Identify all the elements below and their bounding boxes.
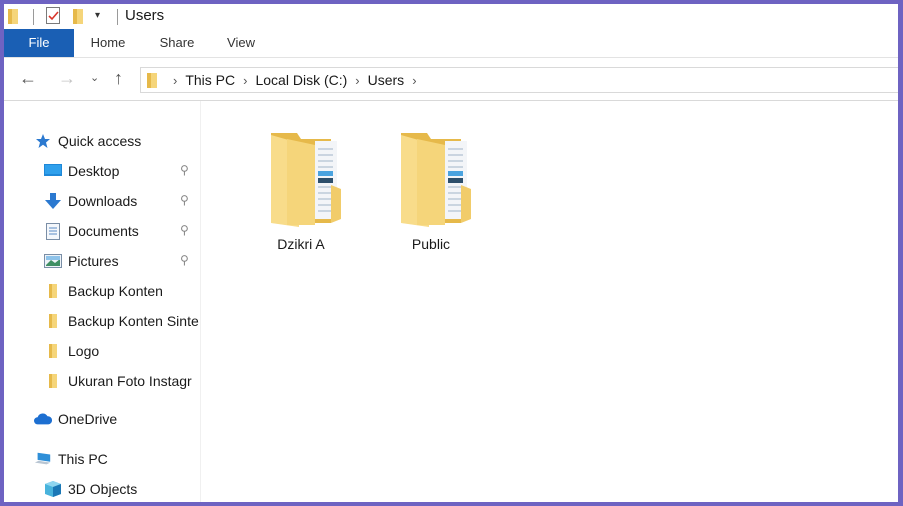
forward-arrow-icon[interactable]: → xyxy=(58,68,76,89)
folder-icon xyxy=(44,312,62,330)
breadcrumb-separator[interactable]: › xyxy=(173,73,177,88)
sidebar-item-label: Desktop xyxy=(68,163,120,179)
separator xyxy=(117,9,118,25)
folder-name: Dzikri A xyxy=(277,236,325,252)
tab-home[interactable]: Home xyxy=(79,29,137,57)
pin-icon[interactable]: ⚲ xyxy=(180,193,189,207)
recent-locations-chevron-icon[interactable]: ⌄ xyxy=(90,71,99,84)
navigation-bar: ← → ⌄ ↑ › This PC › Local Disk (C:) › Us… xyxy=(4,58,898,101)
sidebar-item-label: OneDrive xyxy=(58,411,118,427)
folder-item[interactable]: Public xyxy=(381,123,481,263)
sidebar-item-folder[interactable]: Logo xyxy=(44,339,200,363)
documents-icon xyxy=(44,222,62,240)
pin-icon[interactable]: ⚲ xyxy=(180,223,189,237)
address-bar[interactable]: › This PC › Local Disk (C:) › Users › xyxy=(140,67,898,93)
folder-icon xyxy=(44,282,62,300)
sidebar-item-label: Backup Konten xyxy=(68,283,163,299)
tab-share[interactable]: Share xyxy=(148,29,206,57)
computer-icon xyxy=(34,450,52,468)
sidebar-item-label: Downloads xyxy=(68,193,138,209)
breadcrumb-local-disk[interactable]: Local Disk (C:) xyxy=(255,72,347,88)
pin-icon[interactable]: ⚲ xyxy=(180,253,189,267)
sidebar-item-downloads[interactable]: Downloads xyxy=(44,189,200,213)
download-icon xyxy=(44,192,62,210)
cube-icon xyxy=(44,480,62,498)
breadcrumb-separator[interactable]: › xyxy=(243,73,247,88)
back-arrow-icon[interactable]: ← xyxy=(19,68,37,89)
sidebar-item-folder[interactable]: Ukuran Foto Instagr xyxy=(44,369,200,393)
sidebar-item-desktop[interactable]: Desktop xyxy=(44,159,200,183)
star-icon xyxy=(34,132,52,150)
sidebar-item-folder[interactable]: Backup Konten Sinte xyxy=(44,309,200,333)
new-folder-icon[interactable] xyxy=(73,8,83,24)
file-explorer-window: ▾ Users File Home Share View ← → ⌄ ↑ › T… xyxy=(4,4,898,502)
sidebar-item-quick-access[interactable]: Quick access xyxy=(34,129,141,153)
folder-name: Public xyxy=(411,236,451,252)
sidebar-item-label: Quick access xyxy=(58,133,142,149)
sidebar-item-folder[interactable]: Backup Konten xyxy=(44,279,200,303)
folder-icon[interactable] xyxy=(8,8,18,24)
sidebar-item-label: 3D Objects xyxy=(68,481,138,497)
navigation-pane: Quick access Desktop ⚲ Downloads ⚲ Docum… xyxy=(4,101,201,502)
breadcrumb-this-pc[interactable]: This PC xyxy=(185,72,235,88)
window-title: Users xyxy=(125,7,165,24)
tab-view[interactable]: View xyxy=(216,29,266,57)
folder-icon xyxy=(401,133,471,227)
sidebar-item-label: This PC xyxy=(58,451,108,467)
cloud-icon xyxy=(34,410,52,428)
folder-icon xyxy=(44,342,62,360)
ribbon-tabs: File Home Share View xyxy=(4,29,898,58)
desktop-icon xyxy=(44,162,62,180)
folder-icon xyxy=(44,372,62,390)
pictures-icon xyxy=(44,252,62,270)
breadcrumb-users[interactable]: Users xyxy=(368,72,405,88)
sidebar-item-3d-objects[interactable]: 3D Objects xyxy=(44,477,137,501)
pin-icon[interactable]: ⚲ xyxy=(180,163,189,177)
up-arrow-icon[interactable]: ↑ xyxy=(114,68,123,89)
file-list: Dzikri A Public xyxy=(201,101,898,502)
sidebar-item-label: Documents xyxy=(68,223,139,239)
customize-dropdown-icon[interactable]: ▾ xyxy=(95,10,100,21)
sidebar-item-documents[interactable]: Documents xyxy=(44,219,200,243)
sidebar-item-label: Logo xyxy=(68,343,100,359)
tab-file[interactable]: File xyxy=(4,29,74,57)
folder-icon xyxy=(271,133,341,227)
separator xyxy=(33,9,34,25)
folder-icon xyxy=(147,73,157,88)
sidebar-item-pictures[interactable]: Pictures xyxy=(44,249,200,273)
sidebar-item-label: Backup Konten Sinte xyxy=(68,313,199,329)
sidebar-item-label: Pictures xyxy=(68,253,119,269)
folder-item[interactable]: Dzikri A xyxy=(251,123,351,263)
sidebar-item-this-pc[interactable]: This PC xyxy=(34,447,108,471)
properties-check-icon[interactable] xyxy=(46,7,60,24)
breadcrumb-separator[interactable]: › xyxy=(412,73,416,88)
title-bar: ▾ Users xyxy=(4,4,898,28)
sidebar-item-onedrive[interactable]: OneDrive xyxy=(34,407,117,431)
breadcrumb-separator[interactable]: › xyxy=(355,73,359,88)
sidebar-item-label: Ukuran Foto Instagr xyxy=(68,373,192,389)
